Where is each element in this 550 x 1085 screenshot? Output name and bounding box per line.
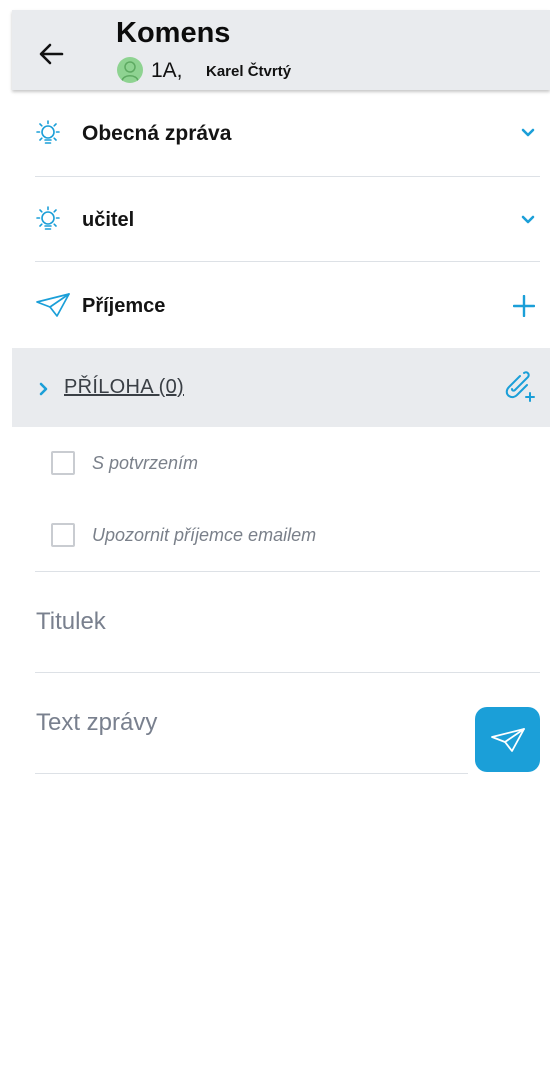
chevron-right-icon <box>39 382 48 396</box>
lightbulb-icon <box>36 206 60 230</box>
arrow-left-icon <box>39 43 64 65</box>
add-attachment-button[interactable] <box>500 368 536 404</box>
attachments-section[interactable]: PŘÍLOHA (0) <box>12 348 550 427</box>
recipient-group-value: učitel <box>82 209 135 231</box>
confirmation-checkbox[interactable] <box>51 451 75 475</box>
app-title: Komens <box>116 17 231 49</box>
confirmation-label: S potvrzením <box>92 453 199 473</box>
recipients-label: Příjemce <box>82 295 166 317</box>
title-input[interactable]: Titulek <box>0 572 550 672</box>
back-button[interactable] <box>34 36 70 72</box>
class-label: 1A, <box>151 59 183 82</box>
app-bar: Komens 1A, Karel Čtvrtý <box>12 10 550 90</box>
paperclip-plus-icon <box>505 371 535 402</box>
message-body-input[interactable]: Text zprávy <box>0 673 468 773</box>
attachments-label[interactable]: PŘÍLOHA (0) <box>64 376 184 399</box>
body-placeholder: Text zprávy <box>36 709 158 736</box>
recipient-group-select[interactable]: učitel <box>35 177 540 262</box>
paper-plane-icon <box>491 728 525 752</box>
chevron-down-icon <box>521 215 535 224</box>
message-type-select[interactable]: Obecná zpráva <box>35 92 540 177</box>
compose-message-screen: Komens 1A, Karel Čtvrtý Obecná zpráva uč… <box>0 0 550 1085</box>
notify-email-label: Upozornit příjemce emailem <box>92 525 317 545</box>
chevron-down-icon <box>521 128 535 137</box>
message-type-value: Obecná zpráva <box>82 122 232 145</box>
title-placeholder: Titulek <box>36 608 106 635</box>
plus-icon <box>513 295 535 317</box>
notify-email-checkbox[interactable] <box>51 523 75 547</box>
lightbulb-icon <box>36 120 60 144</box>
user-avatar-icon <box>117 57 143 83</box>
send-button[interactable] <box>475 707 540 772</box>
add-recipient-button[interactable] <box>513 295 535 317</box>
paper-plane-icon <box>36 293 70 317</box>
recipients-row[interactable]: Příjemce <box>35 262 540 347</box>
divider <box>35 773 468 774</box>
user-name: Karel Čtvrtý <box>206 63 292 80</box>
